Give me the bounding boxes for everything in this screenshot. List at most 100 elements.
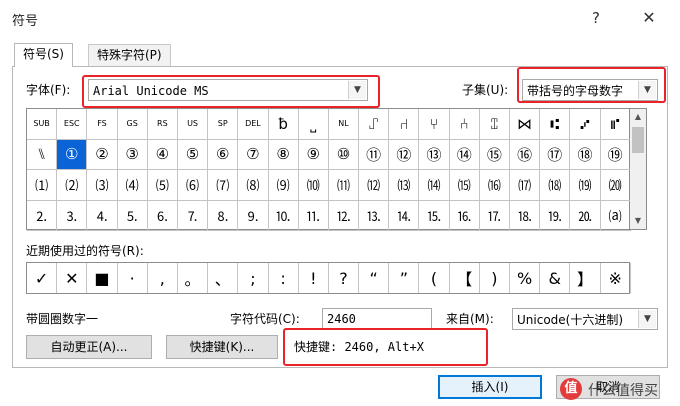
symbol-cell[interactable]: ② [87,139,118,170]
char-code-input[interactable]: 2460 [322,308,432,330]
symbol-cell[interactable]: ⒅ [540,170,571,201]
symbol-cell[interactable]: ⎵ [298,109,329,140]
symbol-cell[interactable]: ⑬ [419,139,450,170]
symbol-cell[interactable]: ⒌ [117,200,148,231]
symbol-cell[interactable]: ⑈ [600,109,631,140]
symbol-cell[interactable]: ⑃ [449,109,480,140]
symbol-cell[interactable]: ⒑ [268,200,299,231]
symbol-cell[interactable]: ⒉ [27,200,58,231]
recent-symbol[interactable]: ✓ [27,263,58,293]
symbol-cell[interactable]: ⑮ [479,139,510,170]
symbol-cell[interactable]: ⒜ [600,200,631,231]
symbol-cell[interactable]: ⑊ [27,139,58,170]
symbol-cell[interactable]: ⒙ [510,200,541,231]
recent-symbol[interactable]: & [540,263,571,293]
symbol-cell[interactable]: ⑦ [238,139,269,170]
symbol-cell[interactable]: ⑩ [328,139,360,170]
symbol-cell[interactable]: ⑥ [208,139,239,170]
symbol-cell[interactable]: ⑭ [449,139,480,170]
symbol-cell[interactable]: ⑺ [208,170,239,201]
shortcut-key-button[interactable]: 快捷键(K)... [166,335,278,359]
recent-symbol[interactable]: ! [299,263,329,293]
symbol-cell[interactable]: ④ [147,139,178,170]
symbol-cell[interactable]: ⑰ [540,139,571,170]
symbol-cell[interactable]: ⒗ [449,200,480,231]
symbol-cell[interactable]: ⑄ [479,109,510,140]
symbol-cell[interactable]: ⒏ [208,200,239,231]
chevron-down-icon[interactable]: ▼ [638,310,656,328]
help-button[interactable]: ? [584,6,608,30]
symbol-cell[interactable]: ⒓ [328,200,360,231]
grid-scrollbar[interactable]: ▲ ▼ [630,108,647,230]
symbol-cell[interactable]: ⒒ [298,200,329,231]
symbol-cell[interactable]: US [177,109,209,140]
symbol-cell[interactable]: ⒛ [570,200,601,231]
symbol-cell[interactable]: ⒖ [419,200,450,231]
symbol-cell[interactable]: ⑲ [600,139,631,170]
symbol-cell[interactable]: ⑸ [147,170,178,201]
symbol-cell[interactable]: ⑇ [570,109,601,140]
symbol-cell[interactable]: ⑻ [238,170,269,201]
recent-symbol[interactable]: ” [389,263,420,293]
symbol-cell[interactable]: GS [117,109,148,140]
symbol-cell[interactable]: DEL [238,109,269,140]
recent-symbol[interactable]: : [269,263,299,293]
autocorrect-button[interactable]: 自动更正(A)... [26,335,152,359]
recent-symbol[interactable]: ? [329,263,360,293]
symbol-cell[interactable]: ⒂ [449,170,480,201]
recent-symbol[interactable]: ) [480,263,510,293]
symbol-cell[interactable]: ⒕ [389,200,420,231]
symbol-cell[interactable]: ⑆ [540,109,571,140]
close-button[interactable]: ✕ [634,6,664,30]
symbol-grid[interactable]: SUB ESC FS GS RS US SP DEL ƀ ⎵ NL ⑀ ⑁ ⑂ … [26,108,631,231]
insert-button[interactable]: 插入(I) [438,375,542,399]
symbol-cell[interactable]: ⑼ [268,170,299,201]
symbol-cell[interactable]: ⒁ [419,170,450,201]
symbol-cell[interactable]: ⑧ [268,139,299,170]
symbol-cell[interactable]: ⒆ [570,170,601,201]
symbol-cell[interactable]: ⑀ [359,109,390,140]
symbol-cell[interactable]: ⑨ [298,139,329,170]
recent-symbol[interactable]: “ [359,263,390,293]
symbol-cell[interactable]: ⒔ [359,200,390,231]
symbol-cell[interactable]: ⑂ [419,109,450,140]
symbol-cell[interactable]: ⒍ [147,200,178,231]
symbol-cell[interactable]: ⑾ [328,170,360,201]
scroll-up-icon[interactable]: ▲ [630,109,646,125]
symbol-cell[interactable]: ③ [117,139,148,170]
symbol-cell[interactable]: ⑪ [359,139,390,170]
recent-symbol[interactable]: 【 [450,263,480,293]
symbol-cell[interactable]: SP [208,109,239,140]
recent-symbol[interactable]: ※ [601,263,631,293]
symbol-cell[interactable]: ⋈ [510,109,541,140]
symbol-cell[interactable]: ⑿ [359,170,390,201]
symbol-cell[interactable]: ⑯ [510,139,541,170]
symbol-cell[interactable]: ESC [57,109,88,140]
symbol-cell[interactable]: ⑱ [570,139,601,170]
recent-symbol[interactable]: % [510,263,541,293]
recent-symbol[interactable]: 、 [208,263,239,293]
recent-symbol[interactable]: ( [419,263,450,293]
symbol-cell[interactable]: ⒎ [177,200,209,231]
symbol-cell[interactable]: ⑵ [57,170,88,201]
symbol-cell[interactable]: ⑫ [389,139,420,170]
symbol-cell[interactable]: ⒘ [479,200,510,231]
symbol-cell-selected[interactable]: ① [57,139,88,170]
symbol-cell[interactable]: ⑷ [117,170,148,201]
symbol-cell[interactable]: ⑁ [389,109,420,140]
symbol-cell[interactable]: ⒊ [57,200,88,231]
tab-symbols[interactable]: 符号(S) [14,43,73,67]
symbol-cell[interactable]: ⒐ [238,200,269,231]
recent-symbol[interactable]: 。 [178,263,209,293]
symbol-cell[interactable]: ⒇ [600,170,631,201]
scroll-thumb[interactable] [632,127,644,153]
recent-symbols[interactable]: ✓ ✕ ■ · , 。 、 ; : ! ? “ ” ( 【 ) % & 】 ※ [26,262,631,294]
recent-symbol[interactable]: · [118,263,148,293]
recent-symbol[interactable]: ✕ [57,263,88,293]
symbol-cell[interactable]: ⑹ [177,170,209,201]
scroll-down-icon[interactable]: ▼ [630,213,646,229]
symbol-cell[interactable]: ⒀ [389,170,420,201]
recent-symbol[interactable]: , [148,263,178,293]
symbol-cell[interactable]: ⒃ [479,170,510,201]
symbol-cell[interactable]: ⑽ [298,170,329,201]
